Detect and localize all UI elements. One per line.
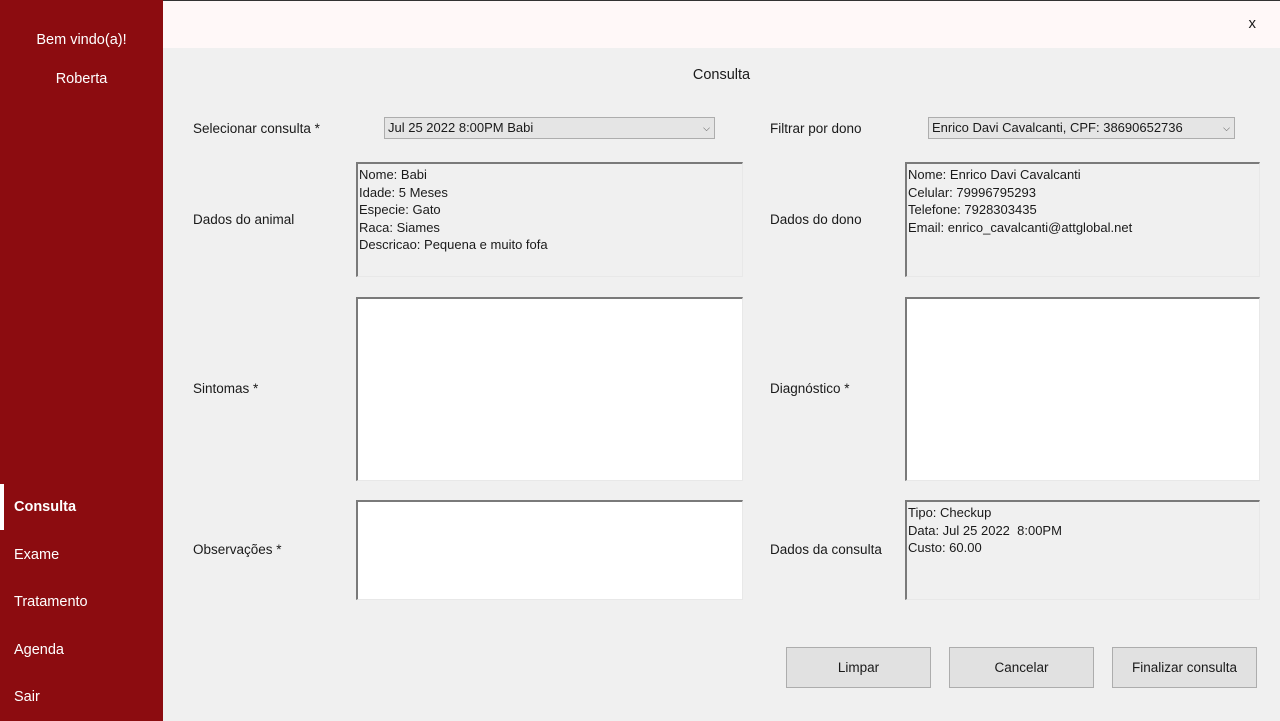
cancelar-button[interactable]: Cancelar bbox=[949, 647, 1094, 688]
sintomas-textarea[interactable] bbox=[356, 297, 743, 481]
chevron-down-icon: ⌵ bbox=[1223, 123, 1230, 133]
dados-consulta-line: Custo: 60.00 bbox=[908, 540, 982, 555]
select-consulta-value: Jul 25 2022 8:00PM Babi bbox=[388, 120, 534, 135]
nav-item-tratamento[interactable]: Tratamento bbox=[0, 579, 163, 625]
dados-animal-line: Idade: 5 Meses bbox=[359, 184, 448, 200]
username: Roberta bbox=[55, 71, 108, 87]
filtrar-dono-dropdown[interactable]: Enrico Davi Cavalcanti, CPF: 38690652736… bbox=[928, 117, 1235, 139]
chevron-down-icon: ⌵ bbox=[703, 123, 710, 133]
filtrar-dono-label: Filtrar por dono bbox=[770, 121, 862, 136]
dados-animal-line: Descricao: Pequena e muito fofa bbox=[359, 237, 548, 252]
filtrar-dono-value: Enrico Davi Cavalcanti, CPF: 38690652736 bbox=[932, 120, 1183, 135]
nav-item-exame[interactable]: Exame bbox=[0, 532, 163, 578]
select-consulta-dropdown[interactable]: Jul 25 2022 8:00PM Babi ⌵ bbox=[384, 117, 715, 139]
observacoes-textarea[interactable] bbox=[356, 500, 743, 600]
nav-item-sair[interactable]: Sair bbox=[0, 674, 163, 720]
sidebar: Bem vindo(a)! Roberta Consulta Exame Tra… bbox=[0, 0, 163, 721]
sintomas-label: Sintomas * bbox=[193, 381, 259, 396]
dados-animal-line: Raca: Siames bbox=[359, 219, 440, 235]
dados-dono-line: Nome: Enrico Davi Cavalcanti bbox=[908, 167, 1081, 182]
diagnostico-textarea[interactable] bbox=[905, 297, 1260, 481]
limpar-button[interactable]: Limpar bbox=[786, 647, 931, 688]
dados-dono-box: Nome: Enrico Davi Cavalcanti Celular: 79… bbox=[905, 162, 1260, 277]
dados-animal-label: Dados do animal bbox=[193, 212, 295, 227]
finalizar-consulta-button[interactable]: Finalizar consulta bbox=[1112, 647, 1257, 688]
dados-dono-line: Email: enrico_cavalcanti@attglobal.net bbox=[908, 219, 1133, 235]
dados-consulta-label: Dados da consulta bbox=[770, 542, 882, 557]
dados-consulta-line: Data: Jul 25 2022 8:00PM bbox=[908, 522, 1062, 538]
dados-animal-line: Nome: Babi bbox=[359, 167, 427, 182]
dados-animal-box: Nome: Babi Idade: 5 Meses Especie: Gato … bbox=[356, 162, 743, 277]
dados-animal-line: Especie: Gato bbox=[359, 202, 441, 217]
observacoes-label: Observações * bbox=[193, 542, 282, 557]
close-button[interactable]: x bbox=[1249, 15, 1257, 32]
diagnostico-label: Diagnóstico * bbox=[770, 381, 850, 396]
dados-consulta-line: Tipo: Checkup bbox=[908, 505, 992, 520]
page-title: Consulta bbox=[692, 67, 751, 83]
nav-item-agenda[interactable]: Agenda bbox=[0, 627, 163, 673]
welcome-text: Bem vindo(a)! bbox=[36, 32, 127, 48]
dados-dono-line: Telefone: 7928303435 bbox=[908, 202, 1037, 217]
dados-dono-label: Dados do dono bbox=[770, 212, 862, 227]
select-consulta-label: Selecionar consulta * bbox=[193, 121, 320, 136]
dados-consulta-box: Tipo: Checkup Data: Jul 25 2022 8:00PM C… bbox=[905, 500, 1260, 600]
title-bar: x bbox=[163, 0, 1280, 48]
nav-item-consulta[interactable]: Consulta bbox=[0, 484, 163, 530]
dados-dono-line: Celular: 79996795293 bbox=[908, 184, 1036, 200]
